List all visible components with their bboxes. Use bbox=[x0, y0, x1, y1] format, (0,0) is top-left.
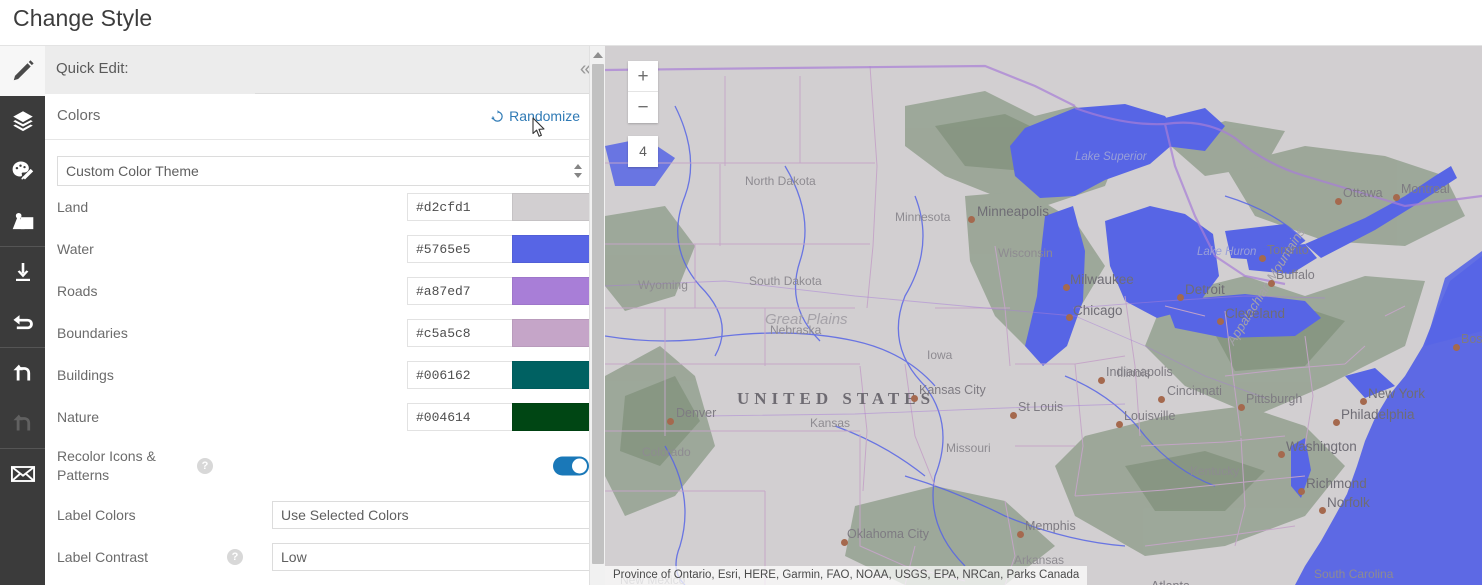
image-icon bbox=[10, 208, 36, 234]
zoom-level-indicator[interactable]: 4 bbox=[628, 136, 658, 167]
recolor-icons-row: Recolor Icons & Patterns ? bbox=[57, 438, 593, 494]
color-label: Water bbox=[57, 241, 94, 257]
hex-input[interactable] bbox=[408, 241, 512, 257]
refresh-icon bbox=[491, 109, 504, 123]
rail-item-colors[interactable] bbox=[0, 146, 45, 196]
undo-icon bbox=[10, 360, 36, 386]
color-row-buildings: Buildings bbox=[57, 354, 605, 396]
title-bar: Change Style bbox=[0, 0, 1482, 46]
hex-input-wrap[interactable] bbox=[407, 193, 512, 221]
panel-body: Custom Color Theme Land Water bbox=[45, 156, 605, 585]
colors-section-header: Colors Randomize bbox=[45, 94, 605, 140]
color-label: Buildings bbox=[57, 367, 114, 383]
panel-header: Quick Edit: « bbox=[45, 46, 605, 94]
color-row-roads: Roads bbox=[57, 270, 605, 312]
palette-icon bbox=[10, 158, 36, 184]
hex-input-wrap[interactable] bbox=[407, 319, 512, 347]
hex-input-wrap[interactable] bbox=[407, 235, 512, 263]
rail-item-edit[interactable] bbox=[0, 46, 45, 96]
page-title: Change Style bbox=[13, 5, 153, 31]
hex-input-wrap[interactable] bbox=[407, 403, 512, 431]
label-contrast-value: Low bbox=[281, 549, 307, 565]
envelope-icon bbox=[9, 460, 37, 488]
zoom-controls: + − bbox=[628, 61, 658, 123]
color-row-nature: Nature bbox=[57, 396, 605, 438]
hex-input[interactable] bbox=[408, 283, 512, 299]
color-row-land: Land bbox=[57, 186, 605, 228]
change-style-window: Change Style Quick Edit: « Colors Random… bbox=[0, 0, 1482, 585]
help-icon[interactable]: ? bbox=[227, 549, 243, 565]
recolor-icons-label: Recolor Icons & Patterns bbox=[57, 448, 156, 483]
label-colors-row: Label Colors Use Selected Colors bbox=[57, 494, 605, 536]
basemap-canvas bbox=[605, 46, 1482, 585]
rail-item-revert[interactable] bbox=[0, 297, 45, 347]
panel-scrollbar[interactable] bbox=[589, 46, 605, 585]
rail-item-sprites[interactable] bbox=[0, 196, 45, 246]
zoom-out-button[interactable]: − bbox=[628, 92, 658, 123]
hex-input[interactable] bbox=[408, 409, 512, 425]
label-contrast-select[interactable]: Low bbox=[272, 543, 605, 571]
rail-item-feedback[interactable] bbox=[0, 449, 45, 499]
toggle-knob bbox=[572, 458, 587, 474]
download-icon bbox=[11, 260, 35, 284]
help-icon[interactable]: ? bbox=[197, 458, 213, 474]
chevron-updown-icon[interactable] bbox=[574, 163, 583, 179]
hex-input-wrap[interactable] bbox=[407, 277, 512, 305]
scroll-up-icon[interactable] bbox=[592, 52, 603, 58]
color-label: Nature bbox=[57, 409, 100, 425]
label-colors-label: Label Colors bbox=[57, 507, 136, 523]
color-row-boundaries: Boundaries bbox=[57, 312, 605, 354]
color-theme-value: Custom Color Theme bbox=[66, 163, 199, 179]
map-viewport[interactable]: UNITED STATES Great Plains Appalachian M… bbox=[605, 46, 1482, 585]
scrollbar-thumb[interactable] bbox=[592, 64, 604, 564]
zoom-in-button[interactable]: + bbox=[628, 61, 658, 92]
color-label: Land bbox=[57, 199, 89, 215]
hex-input-wrap[interactable] bbox=[407, 361, 512, 389]
randomize-button[interactable]: Randomize bbox=[491, 108, 580, 124]
hex-input[interactable] bbox=[408, 199, 512, 215]
map-attribution: Province of Ontario, Esri, HERE, Garmin,… bbox=[605, 566, 1088, 585]
rail-item-undo[interactable] bbox=[0, 348, 45, 398]
tool-rail bbox=[0, 46, 45, 585]
layers-icon bbox=[10, 108, 36, 134]
label-colors-select[interactable]: Use Selected Colors bbox=[272, 501, 605, 529]
panel-header-title: Quick Edit: bbox=[56, 60, 129, 77]
color-label: Roads bbox=[57, 283, 98, 299]
label-contrast-label: Label Contrast bbox=[57, 549, 149, 565]
rail-item-layers[interactable] bbox=[0, 96, 45, 146]
revert-icon bbox=[10, 309, 36, 335]
quick-edit-panel: Quick Edit: « Colors Randomize Custom Co… bbox=[45, 46, 605, 585]
rail-item-download[interactable] bbox=[0, 247, 45, 297]
hex-input[interactable] bbox=[408, 325, 512, 341]
recolor-icons-toggle[interactable] bbox=[553, 456, 589, 476]
color-label: Boundaries bbox=[57, 325, 128, 341]
label-colors-value: Use Selected Colors bbox=[281, 507, 409, 523]
randomize-label: Randomize bbox=[509, 108, 580, 124]
redo-icon bbox=[10, 410, 36, 436]
pencil-icon bbox=[10, 58, 36, 84]
label-contrast-row: Label Contrast ? Low bbox=[57, 536, 605, 578]
hex-input[interactable] bbox=[408, 367, 512, 383]
color-theme-select[interactable]: Custom Color Theme bbox=[57, 156, 593, 186]
color-row-water: Water bbox=[57, 228, 605, 270]
colors-section-title: Colors bbox=[57, 107, 101, 124]
rail-item-redo[interactable] bbox=[0, 398, 45, 448]
